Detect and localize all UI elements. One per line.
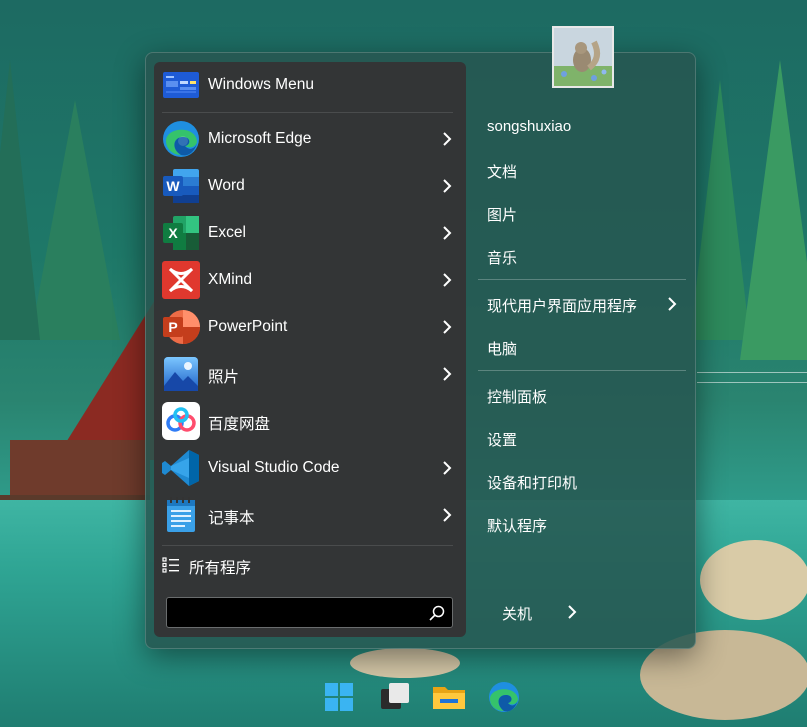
shutdown-label: 关机 (502, 606, 533, 623)
chevron-right-icon (443, 367, 452, 381)
app-label: 百度网盘 (208, 416, 271, 433)
powerpoint-icon: P (163, 310, 200, 344)
chevron-right-icon (443, 461, 452, 475)
excel-icon: X (163, 216, 199, 250)
app-word[interactable]: W Word (154, 163, 466, 209)
start-icon[interactable] (321, 679, 357, 715)
right-item-documents[interactable]: 文档 (478, 152, 686, 188)
app-label: 记事本 (208, 510, 255, 527)
app-label: Word (208, 177, 245, 194)
divider (478, 279, 686, 280)
app-powerpoint[interactable]: P PowerPoint (154, 304, 466, 350)
app-vscode[interactable]: Visual Studio Code (154, 445, 466, 491)
chevron-right-icon (443, 273, 452, 287)
right-item-label: 电脑 (487, 341, 518, 358)
search-icon[interactable] (428, 604, 446, 622)
right-item-label: 音乐 (487, 250, 518, 267)
wallpaper-tree (740, 60, 807, 360)
edge-icon (163, 121, 199, 157)
right-item-devices-printers[interactable]: 设备和打印机 (478, 463, 686, 499)
shutdown-button[interactable]: 关机 (492, 595, 592, 629)
baidu-netdisk-icon (162, 402, 200, 440)
app-excel[interactable]: X Excel (154, 210, 466, 256)
task-view-icon[interactable] (377, 679, 413, 715)
chevron-right-icon (443, 179, 452, 193)
right-item-pictures[interactable]: 图片 (478, 195, 686, 231)
chevron-right-icon[interactable] (566, 603, 578, 621)
chevron-right-icon (443, 132, 452, 146)
edge-icon[interactable] (486, 679, 522, 715)
windows-menu-icon (163, 72, 199, 98)
divider (162, 545, 453, 546)
app-microsoft-edge[interactable]: Microsoft Edge (154, 116, 466, 162)
right-item-label: 现代用户界面应用程序 (487, 298, 638, 315)
right-item-label: songshuxiao (487, 118, 572, 135)
right-item-label: 文档 (487, 164, 518, 181)
app-label: Visual Studio Code (208, 459, 340, 476)
right-item-computer[interactable]: 电脑 (478, 329, 686, 365)
search-input[interactable] (173, 602, 421, 624)
svg-text:W: W (166, 178, 180, 194)
app-xmind[interactable]: XMind (154, 257, 466, 303)
photos-icon (164, 357, 198, 391)
app-label: 照片 (208, 369, 240, 386)
divider (478, 370, 686, 371)
chevron-right-icon (443, 226, 452, 240)
app-label: Microsoft Edge (208, 130, 312, 147)
chevron-right-icon (668, 297, 677, 311)
right-item-label: 控制面板 (487, 389, 548, 406)
xmind-icon (162, 261, 200, 299)
right-item-control-panel[interactable]: 控制面板 (478, 377, 686, 413)
right-item-modern-ui-apps[interactable]: 现代用户界面应用程序 (478, 286, 686, 322)
wallpaper-cabin (10, 440, 150, 500)
user-name-link[interactable]: songshuxiao (478, 109, 686, 145)
list-icon (162, 557, 179, 573)
right-item-default-programs[interactable]: 默认程序 (478, 506, 686, 542)
app-baidu-netdisk[interactable]: 百度网盘 (154, 398, 466, 444)
chevron-right-icon (443, 320, 452, 334)
right-item-label: 设置 (487, 432, 518, 449)
app-label: PowerPoint (208, 318, 288, 335)
wallpaper-wire (697, 382, 807, 383)
user-avatar[interactable] (552, 26, 614, 88)
word-icon: W (163, 169, 199, 203)
notepad-icon (167, 497, 195, 532)
wallpaper-cabin-roof (55, 300, 155, 460)
app-label: Windows Menu (208, 76, 314, 93)
search-box[interactable] (166, 597, 453, 628)
squirrel-photo-icon (554, 28, 612, 86)
all-programs-button[interactable]: 所有程序 (154, 550, 466, 582)
app-windows-menu[interactable]: Windows Menu (154, 62, 466, 108)
vscode-icon (162, 450, 199, 486)
app-notepad[interactable]: 记事本 (154, 492, 466, 538)
wallpaper-rock (700, 540, 807, 620)
app-label: XMind (208, 271, 252, 288)
wallpaper-wire (697, 372, 807, 373)
app-label: Excel (208, 224, 246, 241)
all-programs-label: 所有程序 (189, 560, 252, 577)
wallpaper-rock (350, 648, 460, 678)
right-item-label: 设备和打印机 (487, 475, 578, 492)
right-item-music[interactable]: 音乐 (478, 238, 686, 274)
divider (162, 112, 453, 113)
right-item-label: 图片 (487, 207, 518, 224)
right-item-label: 默认程序 (487, 518, 548, 535)
file-explorer-icon[interactable] (431, 679, 467, 715)
right-item-settings[interactable]: 设置 (478, 420, 686, 456)
chevron-right-icon (443, 508, 452, 522)
wallpaper-tree (0, 60, 40, 340)
svg-text:P: P (168, 319, 177, 335)
app-photos[interactable]: 照片 (154, 351, 466, 397)
svg-text:X: X (168, 225, 178, 241)
